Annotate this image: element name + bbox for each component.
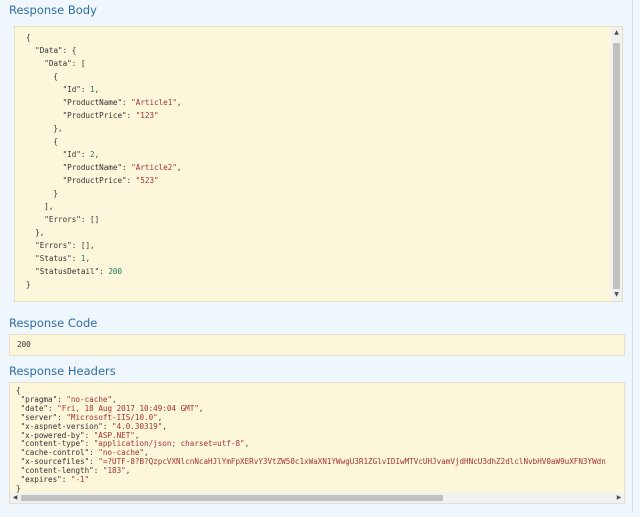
code-line: { xyxy=(26,33,31,42)
scroll-right-arrow-icon[interactable]: ▶ xyxy=(614,493,624,503)
code-line: } xyxy=(26,189,59,198)
horizontal-scrollbar[interactable]: ◀ ▶ xyxy=(10,493,624,503)
code-line: "Status": 1, xyxy=(35,254,91,263)
response-headers-title: Response Headers xyxy=(9,364,116,378)
code-line: "Data": [ xyxy=(44,59,86,68)
response-headers-panel[interactable]: { "pragma": "no-cache", "date": "Fri, 18… xyxy=(9,382,625,504)
scroll-left-arrow-icon[interactable]: ◀ xyxy=(10,493,20,503)
response-code-panel: 200 xyxy=(9,334,625,356)
code-line: "ProductPrice": "123" xyxy=(62,111,159,120)
code-line: "Id": 2, xyxy=(62,150,100,159)
code-line: { xyxy=(26,72,59,81)
response-body-title: Response Body xyxy=(9,3,97,17)
code-line: "ProductPrice": "523" xyxy=(62,176,159,185)
scrollbar-thumb[interactable] xyxy=(21,495,443,501)
code-line: "Errors": [] xyxy=(44,215,100,224)
code-line: { xyxy=(26,137,59,146)
response-body-panel[interactable]: { "Data": { "Data": [ { "Id": 1, "Produc… xyxy=(14,26,623,302)
code-line: "StatusDetail": 200 xyxy=(35,267,123,276)
vertical-scrollbar[interactable]: ▲ ▼ xyxy=(611,27,622,301)
response-code-value: 200 xyxy=(17,340,31,349)
code-line: }, xyxy=(26,228,45,237)
scrollbar-thumb[interactable] xyxy=(613,43,620,289)
code-line: "content-length": "183", xyxy=(20,466,131,476)
scroll-down-arrow-icon[interactable]: ▼ xyxy=(611,289,622,301)
response-section: Response Body { "Data": { "Data": [ { "I… xyxy=(1,0,633,512)
code-line: "Id": 1, xyxy=(62,85,100,94)
code-line: "expires": "-1" xyxy=(20,475,90,485)
code-line: }, xyxy=(26,124,63,133)
code-line: } xyxy=(26,280,31,289)
response-code-title: Response Code xyxy=(9,316,98,330)
code-line: "Data": { xyxy=(35,46,77,55)
code-line: "ProductName": "Article1", xyxy=(62,98,182,107)
code-line: "ProductName": "Article2", xyxy=(62,163,182,172)
code-line: "Errors": [], xyxy=(35,241,95,250)
code-line: ], xyxy=(26,202,54,211)
scroll-up-arrow-icon[interactable]: ▲ xyxy=(611,27,622,39)
response-body-code: { "Data": { "Data": [ { "Id": 1, "Produc… xyxy=(26,31,181,291)
response-headers-code: { "pragma": "no-cache", "date": "Fri, 18… xyxy=(16,386,606,494)
